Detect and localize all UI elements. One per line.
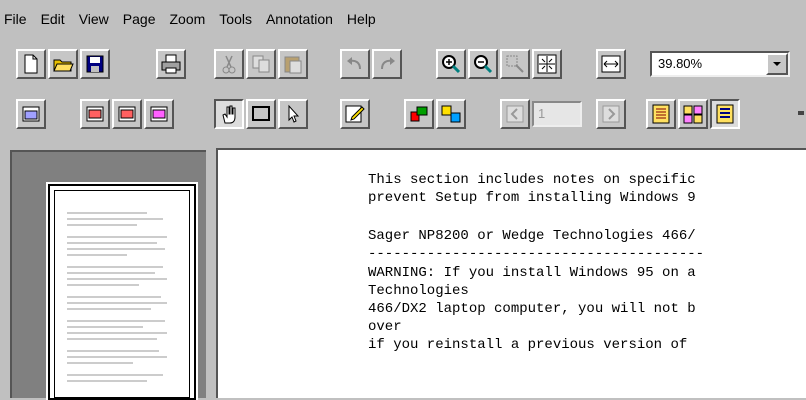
chevron-down-icon (773, 62, 781, 66)
fit-page-button[interactable] (532, 49, 562, 79)
doc-line: 466/DX2 laptop computer, you will not b (368, 301, 696, 317)
zoom-out-icon (474, 55, 493, 74)
save-button[interactable] (80, 49, 110, 79)
undo-icon (347, 57, 361, 70)
doc-line: ---------------------------------------- (368, 246, 705, 262)
pointer-icon (288, 104, 300, 123)
menu-bar: File Edit View Page Zoom Tools Annotatio… (0, 0, 806, 38)
toolbar-grip[interactable] (798, 111, 804, 115)
new-icon (24, 54, 38, 74)
save-icon (86, 55, 104, 73)
thumbnail-2-icon (86, 106, 104, 122)
zoom-out-button[interactable] (468, 49, 498, 79)
fit-page-icon (537, 54, 557, 74)
paste-button[interactable] (278, 49, 308, 79)
undo-button[interactable] (340, 49, 370, 79)
thumbnail-4-button[interactable] (144, 99, 174, 129)
redo-icon (381, 57, 395, 70)
view-text-button[interactable] (710, 99, 740, 129)
copy-icon (252, 55, 270, 73)
document-view[interactable]: This section includes notes on specific … (216, 148, 806, 398)
view-single-button[interactable] (646, 99, 676, 129)
previous-page-button[interactable] (500, 99, 530, 129)
thumbnail-pane[interactable] (10, 150, 206, 400)
zoom-select-button[interactable] (500, 49, 530, 79)
view-toolbar: 1 (0, 96, 806, 136)
workspace: This section includes notes on specific … (0, 140, 806, 400)
next-page-button[interactable] (596, 99, 626, 129)
menu-tools[interactable]: Tools (212, 11, 259, 27)
menu-zoom[interactable]: Zoom (162, 11, 212, 27)
thumbnail-border (54, 190, 190, 398)
select-area-icon (252, 106, 270, 121)
print-button[interactable] (156, 49, 186, 79)
zoom-in-button[interactable] (436, 49, 466, 79)
zoom-dropdown-button[interactable] (766, 53, 788, 75)
copy-button[interactable] (246, 49, 276, 79)
doc-line: over (368, 319, 402, 335)
menu-view[interactable]: View (72, 11, 116, 27)
cut-button[interactable] (214, 49, 244, 79)
rotate-icon (441, 105, 461, 123)
redo-button[interactable] (372, 49, 402, 79)
page-number-value: 1 (538, 106, 546, 121)
view-multi-icon (683, 105, 703, 124)
doc-line: Technologies (368, 283, 469, 299)
hand-tool-icon (222, 105, 236, 124)
new-button[interactable] (16, 49, 46, 79)
paste-icon (284, 56, 302, 74)
menu-annotation[interactable]: Annotation (259, 11, 340, 27)
previous-page-icon (506, 105, 524, 123)
zoom-select-icon (506, 55, 524, 73)
thumbnail-text-lines (67, 212, 167, 382)
thumbnail-1-button[interactable] (16, 99, 46, 129)
select-area-button[interactable] (246, 99, 276, 129)
color-button[interactable] (404, 99, 434, 129)
menu-help[interactable]: Help (340, 11, 383, 27)
doc-line: This section includes notes on specific (368, 172, 696, 188)
thumbnail-2-button[interactable] (80, 99, 110, 129)
print-icon (161, 54, 181, 74)
thumbnail-4-icon (150, 106, 168, 122)
zoom-in-icon (442, 55, 461, 74)
thumbnail-3-icon (118, 106, 136, 122)
hand-tool-button[interactable] (214, 99, 244, 129)
fit-width-icon (601, 55, 621, 73)
annotation-edit-icon (345, 105, 365, 123)
page-number-field[interactable]: 1 (532, 101, 582, 127)
pointer-button[interactable] (278, 99, 308, 129)
doc-line: Sager NP8200 or Wedge Technologies 466/ (368, 228, 696, 244)
view-multi-button[interactable] (678, 99, 708, 129)
fit-width-button[interactable] (596, 49, 626, 79)
next-page-icon (602, 105, 620, 123)
zoom-combobox[interactable]: 39.80% (650, 51, 790, 77)
menu-edit[interactable]: Edit (34, 11, 72, 27)
doc-line: prevent Setup from installing Windows 9 (368, 190, 696, 206)
rotate-button[interactable] (436, 99, 466, 129)
open-button[interactable] (48, 49, 78, 79)
thumbnail-3-button[interactable] (112, 99, 142, 129)
doc-line: if you reinstall a previous version of (368, 337, 688, 353)
zoom-value: 39.80% (658, 56, 703, 71)
annotation-edit-button[interactable] (340, 99, 370, 129)
page-thumbnail[interactable] (48, 184, 196, 400)
view-text-icon (716, 104, 734, 124)
view-single-icon (652, 104, 670, 124)
open-icon (53, 59, 74, 72)
cut-icon (222, 55, 236, 74)
menu-page[interactable]: Page (116, 11, 163, 27)
main-toolbar: 39.80% (0, 46, 806, 86)
menu-file[interactable]: File (0, 11, 34, 27)
color-icon (410, 106, 428, 122)
thumbnail-1-icon (22, 106, 40, 122)
doc-line: WARNING: If you install Windows 95 on a (368, 265, 696, 281)
